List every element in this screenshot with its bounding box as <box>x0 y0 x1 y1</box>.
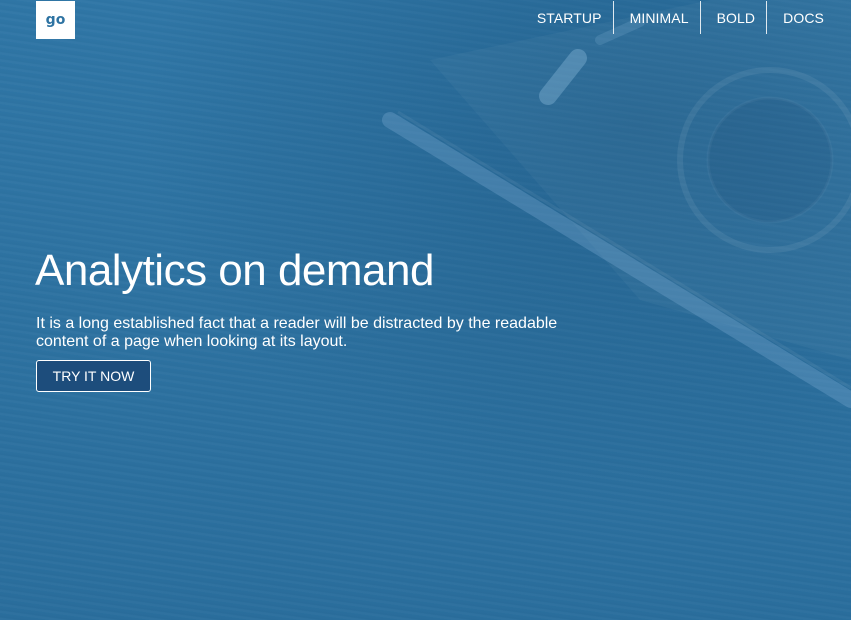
camera-on-desk-photo <box>382 17 851 408</box>
hero-section: go STARTUP MINIMAL BOLD DOCS Analytics o… <box>0 0 851 620</box>
hero-headline: Analytics on demand <box>35 246 434 295</box>
top-nav: STARTUP MINIMAL BOLD DOCS <box>521 1 835 34</box>
nav-item-startup[interactable]: STARTUP <box>521 1 613 34</box>
hero-lead-text: It is a long established fact that a rea… <box>36 315 558 350</box>
nav-item-bold[interactable]: BOLD <box>699 1 767 34</box>
try-it-now-button[interactable]: TRY IT NOW <box>36 360 151 392</box>
nav-item-docs[interactable]: DOCS <box>766 1 835 34</box>
nav-item-minimal[interactable]: MINIMAL <box>612 1 700 34</box>
logo[interactable]: go <box>36 1 75 39</box>
